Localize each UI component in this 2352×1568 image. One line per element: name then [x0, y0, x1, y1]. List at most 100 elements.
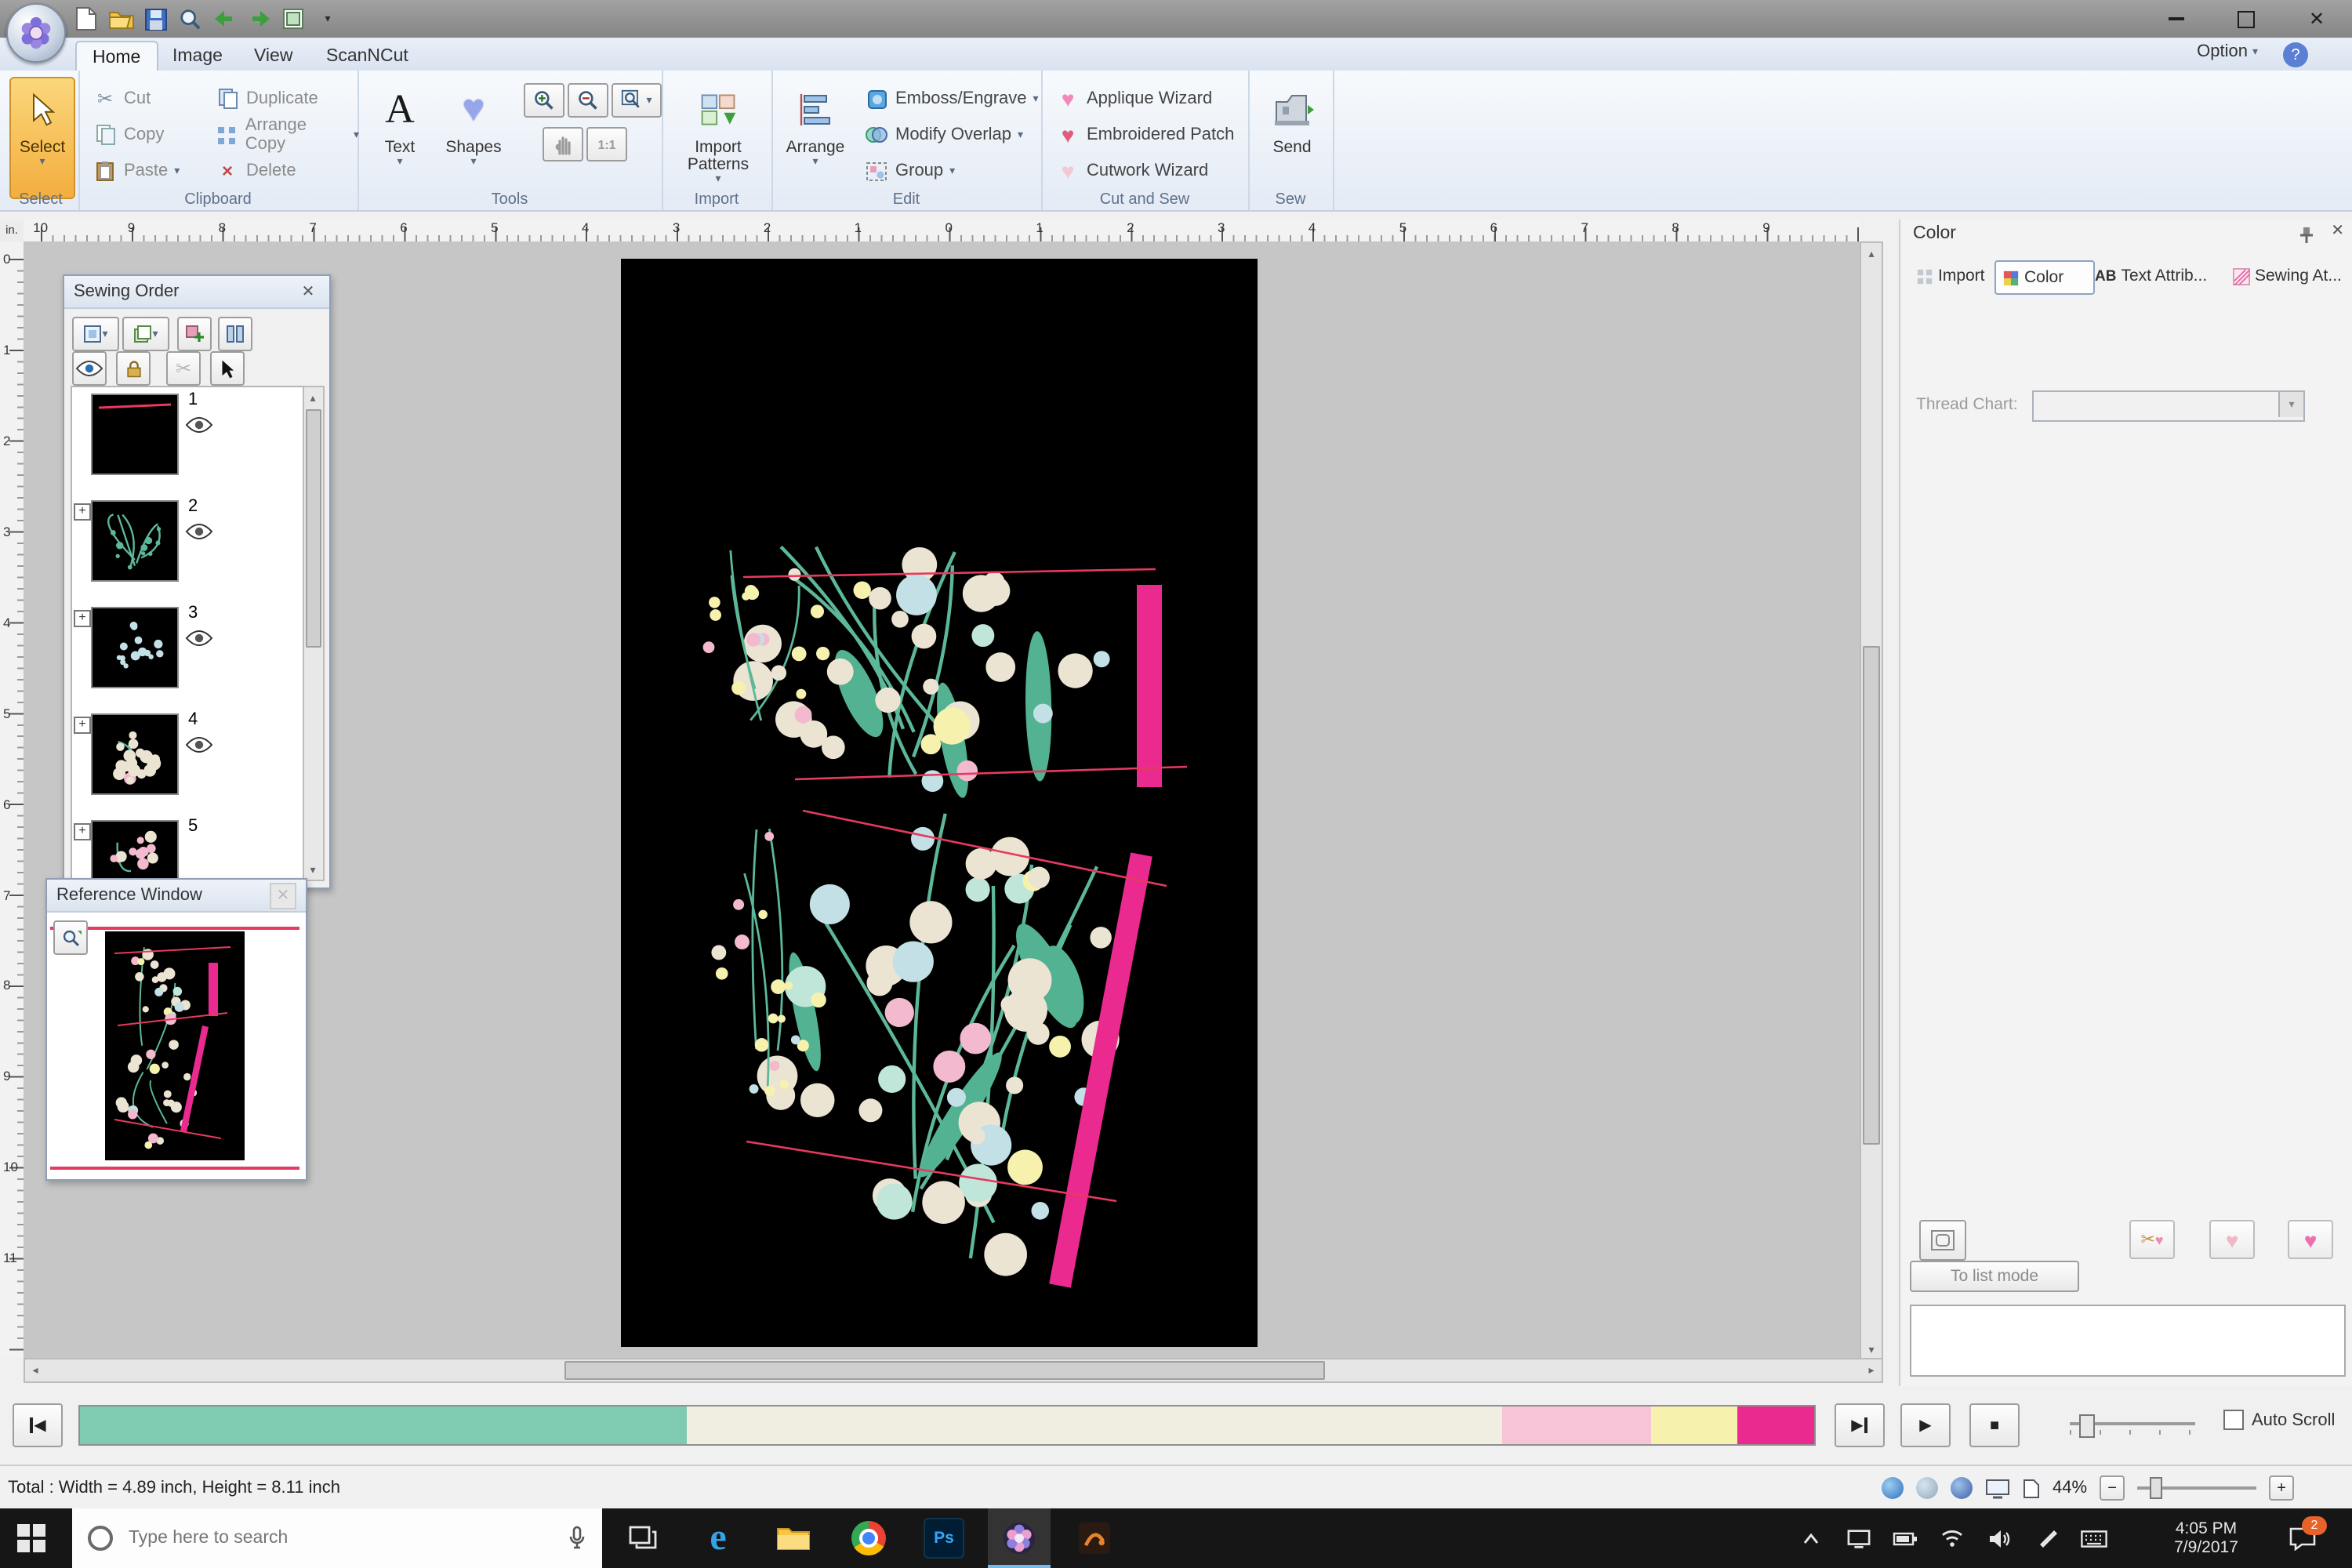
tray-pen-icon[interactable]	[2026, 1508, 2067, 1568]
option-menu[interactable]: Option▾	[2197, 42, 2258, 61]
tab-home[interactable]: Home	[75, 41, 158, 72]
edge-icon[interactable]: e	[687, 1508, 750, 1568]
title-bar[interactable]: ▾ ✕	[0, 0, 2352, 39]
item-thumbnail[interactable]	[91, 607, 179, 688]
visibility-toggle[interactable]	[185, 521, 216, 543]
expand-icon[interactable]: +	[74, 823, 91, 840]
visibility-toggle[interactable]	[185, 627, 216, 649]
taskbar-clock[interactable]: 4:05 PM 7/9/2017	[2158, 1508, 2255, 1568]
minimize-button[interactable]	[2140, 0, 2211, 38]
copy-button[interactable]: Copy	[88, 119, 202, 151]
pin-icon[interactable]	[2297, 224, 2316, 252]
zoom-out-button[interactable]	[568, 83, 608, 118]
frame-display-button[interactable]: ▾	[72, 317, 119, 351]
search-input[interactable]	[125, 1527, 568, 1549]
sewing-order-item-1[interactable]: 1	[72, 390, 303, 494]
new-document-icon[interactable]	[72, 5, 100, 33]
sewing-order-titlebar[interactable]: Sewing Order ✕	[64, 276, 329, 309]
tray-keyboard-icon[interactable]	[2073, 1508, 2114, 1568]
design-page-icon[interactable]	[279, 5, 307, 33]
microphone-icon[interactable]	[568, 1526, 586, 1551]
expand-icon[interactable]: +	[74, 610, 91, 627]
save-icon[interactable]	[141, 5, 169, 33]
tray-battery-icon[interactable]	[1885, 1508, 1926, 1568]
monitor-icon[interactable]	[1985, 1478, 2010, 1498]
close-icon[interactable]: ✕	[2331, 223, 2344, 240]
reference-window-titlebar[interactable]: Reference Window ✕	[47, 880, 306, 913]
auto-scroll-checkbox[interactable]	[2223, 1410, 2244, 1430]
help-icon[interactable]: ?	[2283, 42, 2308, 67]
modify-overlap-button[interactable]: Modify Overlap▾	[859, 119, 1040, 151]
start-button[interactable]	[0, 1508, 63, 1568]
pe-design-app-icon[interactable]	[988, 1508, 1051, 1568]
arrange-copy-button[interactable]: Arrange Copy▾	[210, 119, 359, 151]
realistic-view-icon[interactable]	[1882, 1477, 1904, 1499]
applique-scissors-button[interactable]: ✂♥	[2129, 1220, 2175, 1259]
horizontal-scroll-thumb[interactable]	[564, 1361, 1325, 1380]
zoom-slider[interactable]	[2137, 1477, 2256, 1499]
to-list-mode-button[interactable]: To list mode	[1910, 1261, 2079, 1292]
design-page-canvas[interactable]	[621, 259, 1258, 1347]
play-button[interactable]: ▶	[1900, 1403, 1951, 1447]
customize-toolbar-caret-icon[interactable]: ▾	[314, 5, 342, 33]
tab-view[interactable]: View	[238, 41, 308, 71]
scroll-down-arrow[interactable]: ▾	[303, 859, 323, 880]
tab-text-attributes[interactable]: AB Text Attrib...	[2089, 260, 2236, 292]
hide-object-button[interactable]	[72, 351, 107, 386]
task-view-button[interactable]	[612, 1508, 674, 1568]
tab-scanncut[interactable]: ScanNCut	[310, 41, 424, 71]
go-to-start-button[interactable]: ◀	[13, 1403, 63, 1447]
shapes-tool-button[interactable]: ♥ Shapes ▾	[439, 77, 508, 199]
tray-volume-icon[interactable]	[1979, 1508, 2020, 1568]
sewing-order-scrollbar[interactable]: ▴ ▾	[303, 386, 325, 881]
item-thumbnail[interactable]	[91, 500, 179, 582]
design-property-button[interactable]: ▾	[122, 317, 169, 351]
select-object-button[interactable]	[210, 351, 245, 386]
pink-heart-button[interactable]: ♥	[2288, 1220, 2333, 1259]
import-patterns-button[interactable]: Import Patterns ▾	[671, 77, 765, 199]
application-menu-button[interactable]	[6, 3, 66, 63]
scroll-up-arrow[interactable]: ▴	[1861, 243, 1882, 263]
hoop-view-button[interactable]	[1919, 1220, 1966, 1261]
slider-thumb[interactable]	[2150, 1477, 2162, 1499]
group-button[interactable]: Group▾	[859, 155, 1040, 187]
close-icon[interactable]: ✕	[296, 280, 320, 303]
redo-icon[interactable]	[245, 5, 273, 33]
expand-icon[interactable]: +	[74, 717, 91, 734]
sewing-order-item-4[interactable]: + 4	[72, 710, 303, 814]
tab-sewing-attributes[interactable]: Sewing At...	[2227, 260, 2352, 292]
scroll-right-arrow[interactable]: ▸	[1861, 1359, 1882, 1380]
close-icon[interactable]: ✕	[270, 882, 296, 909]
lock-button[interactable]	[116, 351, 151, 386]
secondary-app-icon[interactable]	[1063, 1508, 1126, 1568]
tab-import[interactable]: Import	[1910, 260, 2001, 292]
stitch-view-icon[interactable]	[1916, 1477, 1938, 1499]
text-tool-button[interactable]: A Text ▾	[370, 77, 430, 199]
expand-icon[interactable]: +	[74, 503, 91, 521]
trim-button[interactable]: ✂	[166, 351, 201, 386]
cutwork-wizard-button[interactable]: ♥Cutwork Wizard	[1051, 155, 1247, 187]
visibility-toggle[interactable]	[185, 414, 216, 436]
slider-thumb[interactable]	[2079, 1414, 2095, 1438]
taskbar-search-box[interactable]	[72, 1508, 602, 1568]
zoom-out-button[interactable]: −	[2100, 1475, 2125, 1501]
item-thumbnail[interactable]	[91, 394, 179, 475]
tab-image[interactable]: Image	[157, 41, 238, 71]
scroll-left-arrow[interactable]: ◂	[25, 1359, 45, 1380]
scroll-down-arrow[interactable]: ▾	[1861, 1339, 1882, 1359]
visibility-toggle[interactable]	[185, 734, 216, 756]
embroidered-patch-button[interactable]: ♥Embroidered Patch	[1051, 119, 1247, 151]
vertical-scrollbar[interactable]: ▴ ▾	[1860, 241, 1883, 1361]
duplicate-button[interactable]: Duplicate	[210, 83, 359, 114]
thumbnail-size-button[interactable]	[218, 317, 252, 351]
close-button[interactable]: ✕	[2281, 0, 2352, 38]
zoom-in-button[interactable]	[524, 83, 564, 118]
go-to-end-button[interactable]: ▶	[1835, 1403, 1885, 1447]
tray-wifi-icon[interactable]	[1932, 1508, 1973, 1568]
pale-heart-button[interactable]: ♥	[2209, 1220, 2255, 1259]
sewing-order-item-3[interactable]: + 3	[72, 604, 303, 707]
tray-expand-chevron[interactable]	[1791, 1508, 1831, 1568]
paste-button[interactable]: Paste▾	[88, 155, 202, 187]
pan-tool-button[interactable]	[543, 127, 583, 162]
item-thumbnail[interactable]	[91, 820, 179, 881]
